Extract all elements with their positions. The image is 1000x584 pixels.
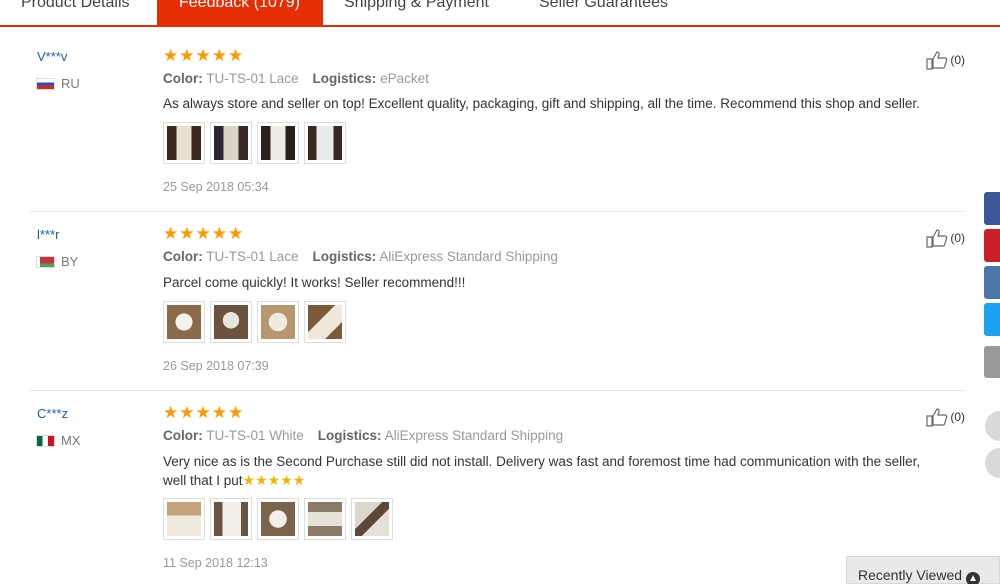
review-photos — [163, 498, 393, 540]
flag-by-icon — [36, 255, 55, 268]
flag-ru-icon — [36, 77, 55, 90]
color-label: Color: — [163, 249, 203, 264]
recently-viewed-label: Recently Viewed — [858, 567, 963, 583]
color-label: Color: — [163, 71, 203, 86]
star-icon: ★ — [179, 224, 195, 243]
star-icon: ★ — [211, 46, 227, 65]
social-share-bar — [984, 192, 1000, 382]
order-info: Color: TU-TS-01 White Logistics: AliExpre… — [163, 428, 563, 443]
tab-shipping-payment[interactable]: Shipping & Payment — [344, 0, 489, 25]
country-code: BY — [61, 254, 79, 269]
twitter-share-icon[interactable] — [984, 303, 1000, 336]
logistics-value: AliExpress Standard Shipping — [384, 428, 564, 443]
review-text: As always store and seller on top! Excel… — [163, 96, 920, 111]
review-photo[interactable] — [210, 301, 252, 343]
reviewer-name[interactable]: V***v — [37, 49, 67, 64]
rating-stars: ★ ★ ★ ★ ★ — [163, 403, 244, 422]
pinterest-share-icon[interactable] — [984, 229, 1000, 262]
logistics-value: AliExpress Standard Shipping — [379, 249, 558, 264]
helpful-button[interactable]: (0) — [926, 228, 965, 248]
more-share-icon[interactable] — [984, 346, 1000, 378]
review-text-line: Very nice as is the Second Purchase stil… — [163, 454, 921, 469]
star-icon: ★ — [228, 403, 244, 422]
star-icon: ★ — [211, 403, 227, 422]
star-icon: ★ — [163, 224, 179, 243]
star-icon: ★ — [228, 46, 244, 65]
star-emoji-icon: ★★★★★ — [242, 472, 306, 488]
reviewer-country: BY — [36, 254, 78, 269]
star-icon: ★ — [163, 46, 179, 65]
helpful-count: (0) — [950, 53, 965, 67]
rating-stars: ★ ★ ★ ★ ★ — [163, 224, 244, 243]
color-value: TU-TS-01 Lace — [206, 249, 299, 264]
review-photo[interactable] — [257, 498, 299, 540]
helpful-button[interactable]: (0) — [926, 407, 965, 427]
product-tabs: Product Details Feedback (1079) Shipping… — [0, 0, 1000, 27]
star-icon: ★ — [195, 403, 211, 422]
star-icon: ★ — [179, 403, 195, 422]
color-label: Color: — [163, 428, 203, 443]
tab-product-details[interactable]: Product Details — [21, 0, 130, 25]
country-code: MX — [61, 433, 81, 448]
order-info: Color: TU-TS-01 Lace Logistics: ePacket — [163, 71, 429, 86]
star-icon: ★ — [179, 46, 195, 65]
reviewer-name[interactable]: l***r — [37, 227, 59, 242]
review-photo[interactable] — [257, 122, 299, 164]
star-icon: ★ — [195, 46, 211, 65]
recently-viewed-panel[interactable]: Recently Viewed ▲ — [846, 556, 1000, 584]
review-photos — [163, 122, 346, 164]
review-item: C***z MX ★ ★ ★ ★ ★ Color: TU-TS-01 White Logi… — [30, 391, 965, 584]
star-icon: ★ — [228, 224, 244, 243]
review-item: V***v RU ★ ★ ★ ★ ★ Color: TU-TS-01 Lace Logis… — [30, 34, 965, 212]
close-icon[interactable] — [985, 411, 1000, 441]
logistics-label: Logistics: — [312, 249, 377, 264]
review-photo[interactable] — [210, 498, 252, 540]
thumbs-up-icon — [926, 408, 948, 427]
rating-stars: ★ ★ ★ ★ ★ — [163, 46, 244, 65]
review-text: Very nice as is the Second Purchase stil… — [163, 453, 953, 490]
star-icon: ★ — [211, 224, 227, 243]
review-photo[interactable] — [163, 301, 205, 343]
review-text-line: well that I put★★★★★ — [163, 471, 953, 490]
tab-feedback[interactable]: Feedback (1079) — [157, 0, 323, 25]
review-photo[interactable] — [304, 122, 346, 164]
logistics-label: Logistics: — [312, 71, 377, 86]
helpful-button[interactable]: (0) — [926, 50, 965, 70]
vk-share-icon[interactable] — [984, 266, 1000, 299]
review-date: 26 Sep 2018 07:39 — [163, 359, 269, 373]
logistics-value: ePacket — [380, 71, 429, 86]
review-photo[interactable] — [163, 498, 205, 540]
helpful-count: (0) — [950, 410, 965, 424]
reviewer-name[interactable]: C***z — [37, 406, 68, 421]
helpful-count: (0) — [950, 231, 965, 245]
color-value: TU-TS-01 Lace — [206, 71, 299, 86]
review-photo[interactable] — [351, 498, 393, 540]
reviewer-country: RU — [36, 76, 80, 91]
review-text-tail: well that I put — [163, 473, 243, 488]
review-photo[interactable] — [304, 301, 346, 343]
review-photo[interactable] — [163, 122, 205, 164]
review-date: 25 Sep 2018 05:34 — [163, 180, 269, 194]
review-date: 11 Sep 2018 12:13 — [163, 556, 268, 570]
star-icon: ★ — [195, 224, 211, 243]
review-photo[interactable] — [257, 301, 299, 343]
star-icon: ★ — [163, 403, 179, 422]
country-code: RU — [61, 76, 80, 91]
facebook-share-icon[interactable] — [984, 192, 1000, 225]
logistics-label: Logistics: — [317, 428, 382, 443]
order-info: Color: TU-TS-01 Lace Logistics: AliExpres… — [163, 249, 558, 264]
reviewer-country: MX — [36, 433, 81, 448]
thumbs-up-icon — [926, 229, 948, 248]
chevron-up-icon: ▲ — [966, 572, 981, 584]
review-photos — [163, 301, 346, 343]
review-item: l***r BY ★ ★ ★ ★ ★ Color: TU-TS-01 Lace Logis… — [30, 212, 965, 391]
review-text: Parcel come quickly! It works! Seller re… — [163, 275, 466, 290]
flag-mx-icon — [36, 434, 55, 447]
back-to-top-icon[interactable] — [985, 448, 1000, 478]
thumbs-up-icon — [926, 51, 948, 70]
review-photo[interactable] — [304, 498, 346, 540]
color-value: TU-TS-01 White — [206, 428, 304, 443]
tab-seller-guarantees[interactable]: Seller Guarantees — [539, 0, 668, 25]
review-photo[interactable] — [210, 122, 252, 164]
